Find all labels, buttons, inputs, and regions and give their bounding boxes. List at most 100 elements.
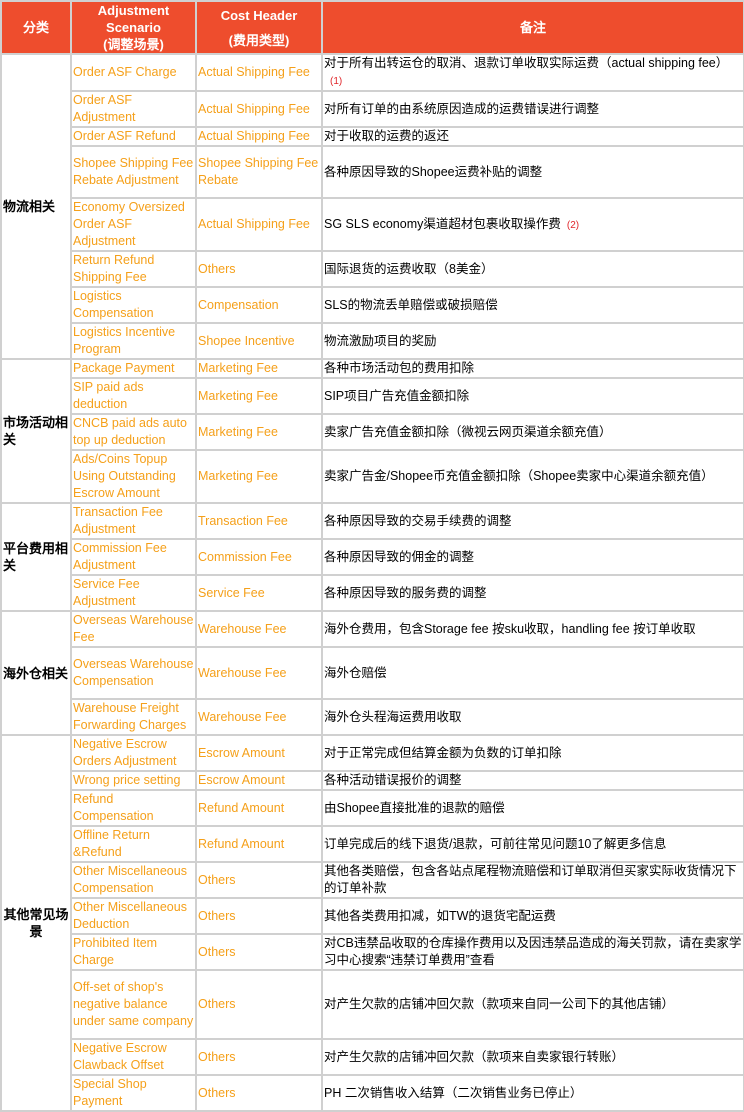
- cost-header-cell: Compensation: [195, 286, 323, 324]
- cost-header-cell: Others: [195, 1074, 323, 1112]
- note-cell: 对于所有出转运仓的取消、退款订单收取实际运费（actual shipping f…: [321, 53, 744, 92]
- cost-header-cell: Marketing Fee: [195, 358, 323, 379]
- scenario-cell: CNCB paid ads auto top up deduction: [70, 413, 197, 451]
- cost-header-cell: Service Fee: [195, 574, 323, 612]
- cost-header-cell: Actual Shipping Fee: [195, 126, 323, 147]
- scenario-cell: Negative Escrow Clawback Offset: [70, 1038, 197, 1076]
- scenario-cell: Overseas Warehouse Fee: [70, 610, 197, 648]
- note-text: 其他各类费用扣减，如TW的退货宅配运费: [324, 908, 556, 923]
- scenario-cell: Prohibited Item Charge: [70, 933, 197, 971]
- scenario-cell: Transaction Fee Adjustment: [70, 502, 197, 540]
- cost-header-cell: Actual Shipping Fee: [195, 90, 323, 128]
- note-text: 对CB违禁品收取的仓库操作费用以及因违禁品造成的海关罚款，请在卖家学习中心搜索“…: [324, 936, 742, 967]
- table-row: Offline Return &Refund Refund Amount 订单完成后…: [1, 825, 744, 863]
- table-row: Off-set of shop's negative balance under…: [1, 969, 744, 1040]
- scenario-cell: Refund Compensation: [70, 789, 197, 827]
- cost-header-cell: Actual Shipping Fee: [195, 197, 323, 252]
- note-text: 对于收取的运费的返还: [324, 129, 450, 143]
- note-text: 各种原因导致的Shopee运费补贴的调整: [324, 164, 543, 179]
- scenario-cell: Order ASF Adjustment: [70, 90, 197, 128]
- table-row: 其他常见场景 Negative Escrow Orders Adjustment E…: [0, 734, 744, 1112]
- note-cell: 各种原因导致的交易手续费的调整: [321, 502, 744, 540]
- note-cell: PH 二次销售收入结算（二次销售业务已停止）: [321, 1074, 744, 1112]
- table-row: CNCB paid ads auto top up deduction Marke…: [1, 413, 744, 451]
- scenario-cell: Package Payment: [70, 358, 197, 379]
- table-row: Logistics Compensation Compensation SLS的物流…: [1, 286, 744, 324]
- scenario-cell: Offline Return &Refund: [70, 825, 197, 863]
- note-text: 卖家广告金/Shopee币充值金额扣除（Shopee卖家中心渠道余额充值）: [324, 469, 714, 483]
- note-text: 海外仓头程海运费用收取: [324, 709, 462, 724]
- note-cell: 海外仓赔偿: [321, 646, 744, 700]
- cost-header-cell: Marketing Fee: [195, 413, 323, 451]
- cost-header-cell: Others: [195, 933, 323, 971]
- table-row: Refund Compensation Refund Amount 由Shopee直…: [1, 789, 744, 827]
- note-text: 海外仓费用，包含Storage fee 按sku收取，handling fee …: [324, 621, 696, 636]
- note-cell: SLS的物流丢单赔偿或破损赔偿: [321, 286, 744, 324]
- table-row: Service Fee Adjustment Service Fee 各种原因导致的…: [1, 574, 744, 612]
- scenario-cell: Logistics Compensation: [70, 286, 197, 324]
- table-row: Shopee Shipping Fee Rebate Adjustment Sho…: [1, 145, 744, 199]
- cost-header-cell: Escrow Amount: [195, 770, 323, 791]
- note-text: 各种原因导致的佣金的调整: [324, 549, 475, 564]
- scenario-cell: Off-set of shop's negative balance under…: [70, 969, 197, 1040]
- note-cell: 卖家广告金/Shopee币充值金额扣除（Shopee卖家中心渠道余额充值）: [321, 449, 744, 504]
- table-row: Wrong price setting Escrow Amount 各种活动错误报价…: [1, 770, 744, 791]
- table-row: Logistics Incentive Program Shopee Incent…: [1, 322, 744, 360]
- cost-header-cell: Others: [195, 250, 323, 288]
- category-cell: 平台费用相关: [0, 502, 72, 612]
- scenario-cell: Logistics Incentive Program: [70, 322, 197, 360]
- note-text: SLS的物流丢单赔偿或破损赔偿: [324, 297, 498, 312]
- cost-header-cell: Escrow Amount: [195, 734, 323, 772]
- cost-header-cell: Refund Amount: [195, 825, 323, 863]
- category-cell: 市场活动相关: [0, 358, 72, 504]
- table-row: Negative Escrow Clawback Offset Others 对产生…: [1, 1038, 744, 1076]
- note-cell: 卖家广告充值金额扣除（微视云网页渠道余额充值）: [321, 413, 744, 451]
- table-row: Other Miscellaneous Compensation Others 其他…: [1, 861, 744, 899]
- header-scenario-line3: (调整场景): [103, 37, 164, 52]
- scenario-cell: Shopee Shipping Fee Rebate Adjustment: [70, 145, 197, 199]
- note-cell: 各种原因导致的服务费的调整: [321, 574, 744, 612]
- scenario-cell: Service Fee Adjustment: [70, 574, 197, 612]
- note-cell: SIP项目广告充值金额扣除: [321, 377, 744, 415]
- note-cell: 由Shopee直接批准的退款的赔偿: [321, 789, 744, 827]
- scenario-cell: Commission Fee Adjustment: [70, 538, 197, 576]
- cost-header-cell: Warehouse Fee: [195, 610, 323, 648]
- note-text: 订单完成后的线下退货/退款，可前往常见问题10了解更多信息: [324, 836, 667, 851]
- note-cell: 各种市场活动包的费用扣除: [321, 358, 744, 379]
- note-text: 由Shopee直接批准的退款的赔偿: [324, 800, 505, 815]
- table-row: 市场活动相关 Package Payment Marketing Fee 各种市场活动…: [0, 358, 744, 504]
- footnote-ref: (2): [566, 219, 580, 231]
- cost-header-cell: Warehouse Fee: [195, 698, 323, 736]
- scenario-cell: Overseas Warehouse Compensation: [70, 646, 197, 700]
- note-cell: 对于正常完成但结算金额为负数的订单扣除: [321, 734, 744, 772]
- cost-header-cell: Others: [195, 897, 323, 935]
- header-category: 分类: [0, 0, 72, 55]
- footnote-ref: (1): [330, 76, 343, 87]
- table-row: SIP paid ads deduction Marketing Fee SIP项目…: [1, 377, 744, 415]
- cost-header-cell: Commission Fee: [195, 538, 323, 576]
- note-cell: 对所有订单的由系统原因造成的运费错误进行调整: [321, 90, 744, 128]
- header-scenario-line1: Adjustment: [97, 3, 170, 18]
- scenario-cell: Order ASF Charge: [70, 53, 197, 92]
- category-cell: 其他常见场景: [0, 734, 72, 1112]
- note-cell: 各种原因导致的Shopee运费补贴的调整: [321, 145, 744, 199]
- note-cell: 各种活动错误报价的调整: [321, 770, 744, 791]
- table-row: Special Shop Payment Others PH 二次销售收入结算（二次…: [1, 1074, 744, 1112]
- note-text: 国际退货的运费收取（8美金）: [324, 261, 494, 276]
- note-text: 对所有订单的由系统原因造成的运费错误进行调整: [324, 101, 600, 116]
- table-row: Return Refund Shipping Fee Others 国际退货的运费收…: [1, 250, 744, 288]
- scenario-cell: Warehouse Freight Forwarding Charges: [70, 698, 197, 736]
- note-text: 对产生欠款的店铺冲回欠款（款项来自同一公司下的其他店铺）: [324, 997, 675, 1011]
- table-row: Order ASF Refund Actual Shipping Fee 对于收取的…: [1, 126, 744, 147]
- category-cell: 海外仓相关: [0, 610, 72, 736]
- cost-header-cell: Shopee Shipping Fee Rebate: [195, 145, 323, 199]
- scenario-cell: Negative Escrow Orders Adjustment: [70, 734, 197, 772]
- note-cell: 对产生欠款的店铺冲回欠款（款项来自同一公司下的其他店铺）: [321, 969, 744, 1040]
- scenario-cell: Return Refund Shipping Fee: [70, 250, 197, 288]
- header-scenario: Adjustment Scenario (调整场景): [70, 0, 197, 55]
- note-cell: 海外仓头程海运费用收取: [321, 698, 744, 736]
- scenario-cell: SIP paid ads deduction: [70, 377, 197, 415]
- table-row: Overseas Warehouse Compensation Warehouse…: [1, 646, 744, 700]
- scenario-cell: Economy Oversized Order ASF Adjustment: [70, 197, 197, 252]
- table-body: 物流相关 Order ASF Charge Actual Shipping Fee 对…: [0, 53, 744, 1112]
